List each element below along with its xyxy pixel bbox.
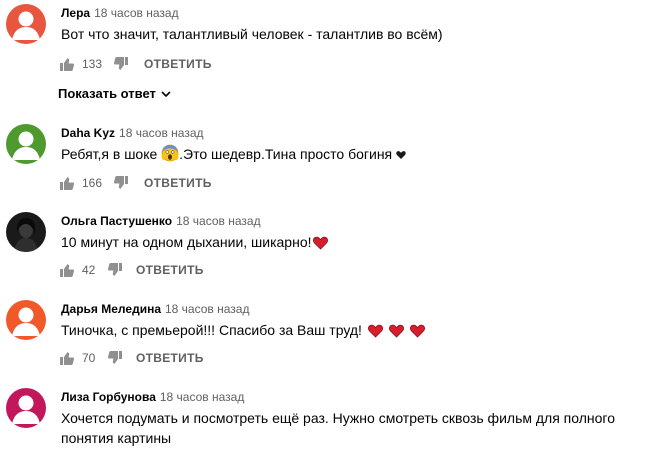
avatar-person-icon (6, 388, 46, 428)
avatar[interactable] (6, 4, 46, 44)
show-replies-button[interactable]: Показать ответ (58, 86, 172, 101)
comment-actions: 70 ОТВЕТИТЬ (58, 346, 204, 370)
red-heart-icon (388, 324, 404, 338)
comment-text: Ребят,я в шоке .Это шедевр.Тина просто б… (61, 144, 661, 164)
timestamp[interactable]: 18 часов назад (94, 6, 178, 20)
red-heart-icon (409, 324, 425, 338)
red-heart-icon (367, 324, 383, 338)
like-icon[interactable] (58, 55, 76, 73)
black-heart-icon (396, 151, 406, 159)
screaming-face-emoji-icon (161, 144, 179, 162)
comment-actions: 42 ОТВЕТИТЬ (58, 258, 204, 282)
reply-button[interactable]: ОТВЕТИТЬ (144, 176, 212, 190)
chevron-down-icon (161, 90, 171, 97)
dislike-icon[interactable] (106, 349, 124, 367)
comment-text: Тиночка, с премьерой!!! Спасибо за Ваш т… (61, 320, 661, 340)
like-icon[interactable] (58, 261, 76, 279)
comment-header: Лиза Горбунова 18 часов назад (61, 390, 244, 404)
like-count: 42 (82, 263, 96, 277)
timestamp[interactable]: 18 часов назад (160, 390, 244, 404)
avatar-person-icon (6, 300, 46, 340)
comment-header: Лера 18 часов назад (61, 6, 179, 20)
like-icon[interactable] (58, 174, 76, 192)
comment-header: Ольга Пастушенко 18 часов назад (61, 214, 261, 228)
comment-text: 10 минут на одном дыхании, шикарно! (61, 232, 661, 252)
avatar[interactable] (6, 212, 46, 252)
timestamp[interactable]: 18 часов назад (165, 302, 249, 316)
comment-text: Хочется подумать и посмотреть ещё раз. Н… (61, 410, 616, 446)
author-name[interactable]: Дарья Меледина (61, 302, 161, 316)
red-heart-icon (312, 236, 328, 250)
author-name[interactable]: Лиза Горбунова (61, 390, 156, 404)
timestamp[interactable]: 18 часов назад (119, 126, 203, 140)
dislike-icon[interactable] (106, 261, 124, 279)
comment-text-part: .Это шедевр.Тина просто богиня (179, 146, 393, 162)
comment-text-part: 10 минут на одном дыхании, шикарно! (61, 234, 312, 250)
reply-button[interactable]: ОТВЕТИТЬ (144, 57, 212, 71)
comment-text-part: Тиночка, с премьерой!!! Спасибо за Ваш т… (61, 322, 362, 338)
comment-text-part: Ребят,я в шоке (61, 146, 158, 162)
avatar[interactable] (6, 124, 46, 164)
comment-text: Вот что значит, талантливый человек - та… (61, 26, 443, 42)
dislike-icon[interactable] (112, 174, 130, 192)
avatar-person-icon (6, 4, 46, 44)
author-name[interactable]: Daha Kyz (61, 126, 115, 140)
avatar[interactable] (6, 388, 46, 428)
comment-actions: 133 ОТВЕТИТЬ (58, 52, 212, 76)
show-replies-label: Показать ответ (58, 86, 156, 101)
avatar-photo-icon (6, 212, 46, 252)
author-name[interactable]: Лера (61, 6, 90, 20)
avatar-person-icon (6, 124, 46, 164)
reply-button[interactable]: ОТВЕТИТЬ (136, 263, 204, 277)
comment-header: Daha Kyz 18 часов назад (61, 126, 204, 140)
like-icon[interactable] (58, 349, 76, 367)
author-name[interactable]: Ольга Пастушенко (61, 214, 172, 228)
comment-header: Дарья Меледина 18 часов назад (61, 302, 249, 316)
dislike-icon[interactable] (112, 55, 130, 73)
like-count: 70 (82, 351, 96, 365)
avatar[interactable] (6, 300, 46, 340)
comment-actions: 166 ОТВЕТИТЬ (58, 171, 212, 195)
like-count: 166 (82, 176, 103, 190)
reply-button[interactable]: ОТВЕТИТЬ (136, 351, 204, 365)
like-count: 133 (82, 57, 103, 71)
timestamp[interactable]: 18 часов назад (176, 214, 260, 228)
